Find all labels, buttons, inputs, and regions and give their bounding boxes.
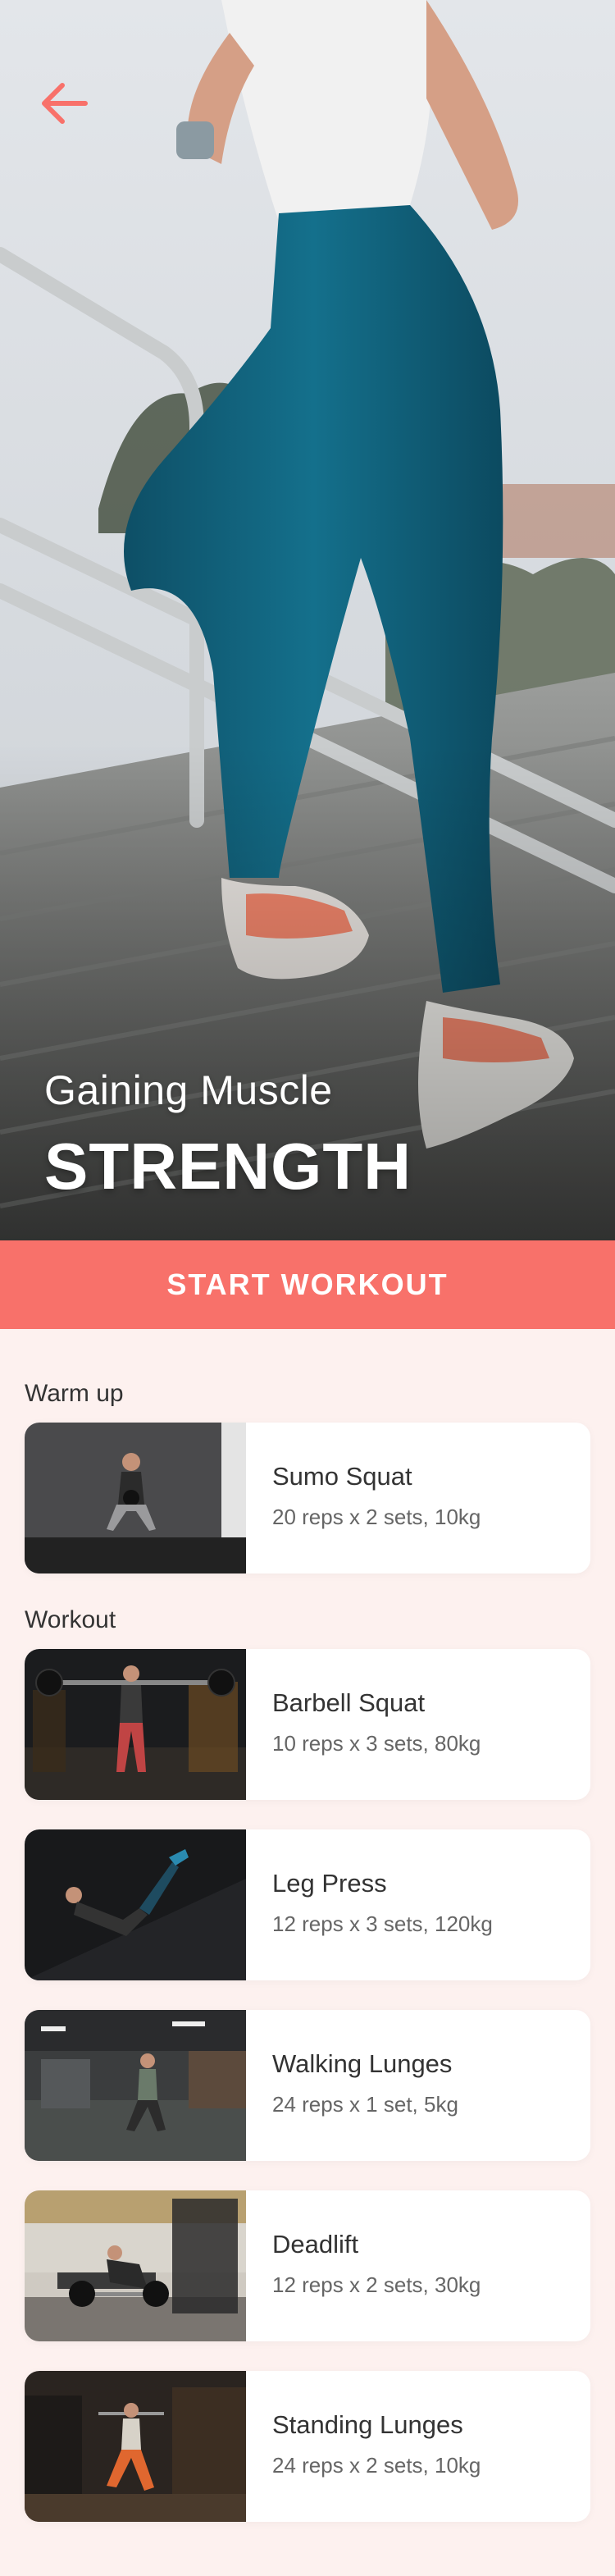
exercise-card-leg-press[interactable]: Leg Press 12 reps x 3 sets, 120kg <box>25 1829 590 1980</box>
hero-photo <box>0 0 615 1240</box>
exercise-detail: 12 reps x 2 sets, 30kg <box>272 2272 481 2297</box>
exercise-detail: 10 reps x 3 sets, 80kg <box>272 1731 481 1756</box>
start-workout-button[interactable]: START WORKOUT <box>0 1240 615 1329</box>
arrow-left-icon <box>42 83 88 124</box>
exercise-detail: 12 reps x 3 sets, 120kg <box>272 1911 493 1936</box>
exercise-card-barbell-squat[interactable]: Barbell Squat 10 reps x 3 sets, 80kg <box>25 1649 590 1800</box>
exercise-name: Walking Lunges <box>272 2049 453 2078</box>
workout-section-title: Workout <box>25 1606 116 1633</box>
exercise-thumbnail <box>25 1423 246 1573</box>
exercise-detail: 20 reps x 2 sets, 10kg <box>272 1505 481 1529</box>
exercise-thumbnail <box>25 2010 246 2161</box>
exercise-card-walking-lunges[interactable]: Walking Lunges 24 reps x 1 set, 5kg <box>25 2010 590 2161</box>
exercise-detail: 24 reps x 1 set, 5kg <box>272 2092 458 2117</box>
hero-text: Gaining Muscle STRENGTH <box>44 1066 412 1204</box>
exercise-card-sumo-squat[interactable]: Sumo Squat 20 reps x 2 sets, 10kg <box>25 1423 590 1573</box>
exercise-thumbnail <box>25 1649 246 1800</box>
exercise-thumbnail <box>25 2371 246 2522</box>
exercise-thumbnail <box>25 2190 246 2341</box>
exercise-card-standing-lunges[interactable]: Standing Lunges 24 reps x 2 sets, 10kg <box>25 2371 590 2522</box>
exercise-name: Sumo Squat <box>272 1462 412 1491</box>
exercise-name: Leg Press <box>272 1869 387 1898</box>
hero-banner: Gaining Muscle STRENGTH <box>0 0 615 1240</box>
hero-subtitle: Gaining Muscle <box>44 1067 333 1113</box>
exercise-name: Standing Lunges <box>272 2410 463 2439</box>
warmup-section-title: Warm up <box>25 1380 124 1407</box>
back-button[interactable] <box>36 79 92 128</box>
exercise-detail: 24 reps x 2 sets, 10kg <box>272 2453 481 2478</box>
exercise-thumbnail <box>25 1829 246 1980</box>
exercise-name: Barbell Squat <box>272 1688 426 1717</box>
exercise-card-deadlift[interactable]: Deadlift 12 reps x 2 sets, 30kg <box>25 2190 590 2341</box>
hero-title: STRENGTH <box>44 1130 412 1203</box>
exercise-name: Deadlift <box>272 2230 359 2259</box>
